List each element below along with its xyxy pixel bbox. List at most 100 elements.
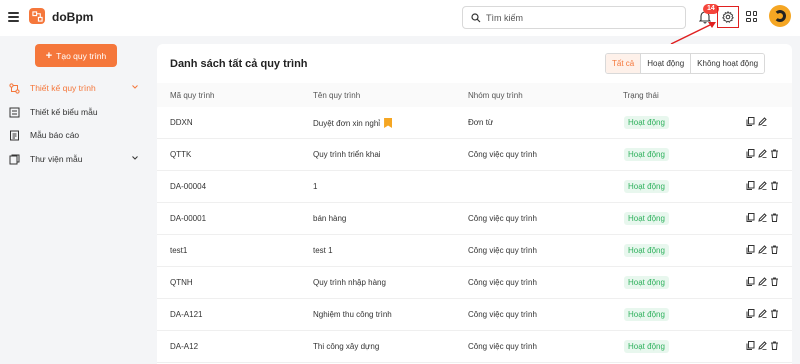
cell-name: test 1 bbox=[313, 246, 333, 255]
column-header-name: Tên quy trình bbox=[313, 91, 361, 100]
cell-code: QTTK bbox=[170, 150, 192, 159]
cell-name-text: bán hàng bbox=[313, 214, 347, 223]
create-process-label: Tạo quy trình bbox=[56, 50, 107, 61]
table-row[interactable]: QTNH Quy trình nhập hàng Công việc quy trì… bbox=[157, 267, 792, 299]
cell-name-text: Thi công xây dựng bbox=[313, 342, 380, 351]
sidebar-item-label: Mẫu báo cáo bbox=[30, 130, 80, 140]
table-row[interactable]: test1 test 1 Công việc quy trình Hoạt động bbox=[157, 235, 792, 267]
brand-name[interactable]: doBpm bbox=[52, 10, 93, 24]
cell-name: Quy trình nhập hàng bbox=[313, 278, 386, 287]
cell-name: bán hàng bbox=[313, 214, 346, 223]
trash-icon[interactable] bbox=[770, 149, 779, 158]
filter-all[interactable]: Tất cả bbox=[606, 54, 642, 73]
sidebar-item-template-library[interactable]: Thư viện mẫu bbox=[0, 148, 150, 170]
status-badge: Hoạt động bbox=[624, 212, 669, 225]
column-header-group: Nhóm quy trình bbox=[468, 91, 523, 100]
copy-icon[interactable] bbox=[746, 277, 755, 286]
row-actions bbox=[746, 309, 779, 318]
edit-icon[interactable] bbox=[758, 341, 767, 350]
filter-inactive[interactable]: Không hoạt động bbox=[691, 54, 765, 73]
edit-icon[interactable] bbox=[758, 277, 767, 286]
gear-icon bbox=[722, 11, 734, 23]
copy-icon[interactable] bbox=[746, 309, 755, 318]
cell-group: Công việc quy trình bbox=[468, 150, 537, 159]
edit-icon[interactable] bbox=[758, 213, 767, 222]
copy-icon[interactable] bbox=[746, 117, 755, 126]
search-box[interactable] bbox=[462, 6, 686, 29]
cell-name-text: Quy trình nhập hàng bbox=[313, 278, 386, 287]
trash-icon[interactable] bbox=[770, 245, 779, 254]
cell-code: DA-A121 bbox=[170, 310, 203, 319]
edit-icon[interactable] bbox=[758, 309, 767, 318]
cell-group: Công việc quy trình bbox=[468, 310, 537, 319]
avatar[interactable] bbox=[769, 5, 791, 27]
cell-code: test1 bbox=[170, 246, 188, 255]
apps-grid-icon[interactable] bbox=[746, 11, 757, 22]
create-process-button[interactable]: + Tạo quy trình bbox=[35, 44, 117, 67]
copy-icon[interactable] bbox=[746, 245, 755, 254]
sidebar-item-report-template[interactable]: Mẫu báo cáo bbox=[0, 124, 150, 146]
cell-name-text: test 1 bbox=[313, 246, 333, 255]
trash-icon[interactable] bbox=[770, 277, 779, 286]
plus-icon: + bbox=[45, 49, 53, 62]
cell-code: DDXN bbox=[170, 118, 193, 127]
status-badge: Hoạt động bbox=[624, 276, 669, 289]
trash-icon[interactable] bbox=[770, 181, 779, 190]
cell-name-text: Nghiệm thu công trình bbox=[313, 310, 392, 319]
report-icon bbox=[9, 130, 20, 141]
sidebar-item-label: Thư viện mẫu bbox=[30, 154, 83, 164]
table-row[interactable]: DA-00001 bán hàng Công việc quy trình Hoạt … bbox=[157, 203, 792, 235]
copy-icon[interactable] bbox=[746, 181, 755, 190]
table-row[interactable]: DA-A12 Thi công xây dựng Công việc quy trì… bbox=[157, 331, 792, 363]
filter-active[interactable]: Hoạt động bbox=[641, 54, 692, 73]
edit-icon[interactable] bbox=[758, 149, 767, 158]
process-list-card: Danh sách tất cả quy trình Tất cả Hoạt đ… bbox=[157, 44, 792, 364]
cell-name: Quy trình triển khai bbox=[313, 150, 381, 159]
search-input[interactable] bbox=[486, 12, 676, 23]
sidebar-item-form-design[interactable]: Thiết kế biểu mẫu bbox=[0, 101, 150, 123]
copy-icon[interactable] bbox=[746, 341, 755, 350]
search-icon bbox=[471, 12, 481, 22]
status-badge: Hoạt động bbox=[624, 116, 669, 129]
cell-code: DA-00004 bbox=[170, 182, 207, 191]
column-header-status: Trạng thái bbox=[623, 91, 659, 100]
cell-group: Công việc quy trình bbox=[468, 342, 537, 351]
cell-code: DA-A12 bbox=[170, 342, 199, 351]
cell-name-text: Duyệt đơn xin nghỉ bbox=[313, 119, 381, 128]
cell-name: Duyệt đơn xin nghỉ bbox=[313, 118, 393, 128]
library-icon bbox=[9, 154, 20, 165]
chevron-down-icon bbox=[132, 85, 138, 89]
copy-icon[interactable] bbox=[746, 149, 755, 158]
sidebar-item-label: Thiết kế biểu mẫu bbox=[30, 107, 98, 117]
copy-icon[interactable] bbox=[746, 213, 755, 222]
status-badge: Hoạt động bbox=[624, 244, 669, 257]
cell-name: 1 bbox=[313, 182, 317, 191]
table-row[interactable]: DA-A121 Nghiệm thu công trình Công việc qu… bbox=[157, 299, 792, 331]
trash-icon[interactable] bbox=[770, 341, 779, 350]
edit-icon[interactable] bbox=[758, 245, 767, 254]
table-row[interactable]: DA-00004 1 Hoạt động bbox=[157, 171, 792, 203]
status-filter-tabs: Tất cả Hoạt động Không hoạt động bbox=[605, 53, 766, 74]
cell-name: Nghiệm thu công trình bbox=[313, 310, 392, 319]
row-actions bbox=[746, 245, 779, 254]
sidebar-item-process-design[interactable]: Thiết kế quy trình bbox=[0, 77, 150, 99]
status-badge: Hoạt động bbox=[624, 340, 669, 353]
table-row[interactable]: QTTK Quy trình triển khai Công việc quy tr… bbox=[157, 139, 792, 171]
trash-icon[interactable] bbox=[770, 309, 779, 318]
edit-icon[interactable] bbox=[758, 117, 767, 126]
edit-icon[interactable] bbox=[758, 181, 767, 190]
table-row[interactable]: DDXN Duyệt đơn xin nghỉ Đơn từ Hoạt động bbox=[157, 107, 792, 139]
cell-name-text: 1 bbox=[313, 182, 318, 191]
logo-icon[interactable] bbox=[29, 8, 45, 24]
cell-group: Công việc quy trình bbox=[468, 278, 537, 287]
row-actions bbox=[746, 149, 779, 158]
status-badge: Hoạt động bbox=[624, 148, 669, 161]
trash-icon[interactable] bbox=[770, 213, 779, 222]
row-actions bbox=[746, 341, 779, 350]
table-header: Mã quy trình Tên quy trình Nhóm quy trìn… bbox=[157, 83, 792, 107]
chevron-down-icon bbox=[132, 156, 138, 160]
menu-icon[interactable] bbox=[8, 12, 19, 22]
bookmark-icon[interactable] bbox=[384, 118, 393, 128]
cell-group: Công việc quy trình bbox=[468, 246, 537, 255]
settings-button[interactable] bbox=[717, 6, 739, 28]
